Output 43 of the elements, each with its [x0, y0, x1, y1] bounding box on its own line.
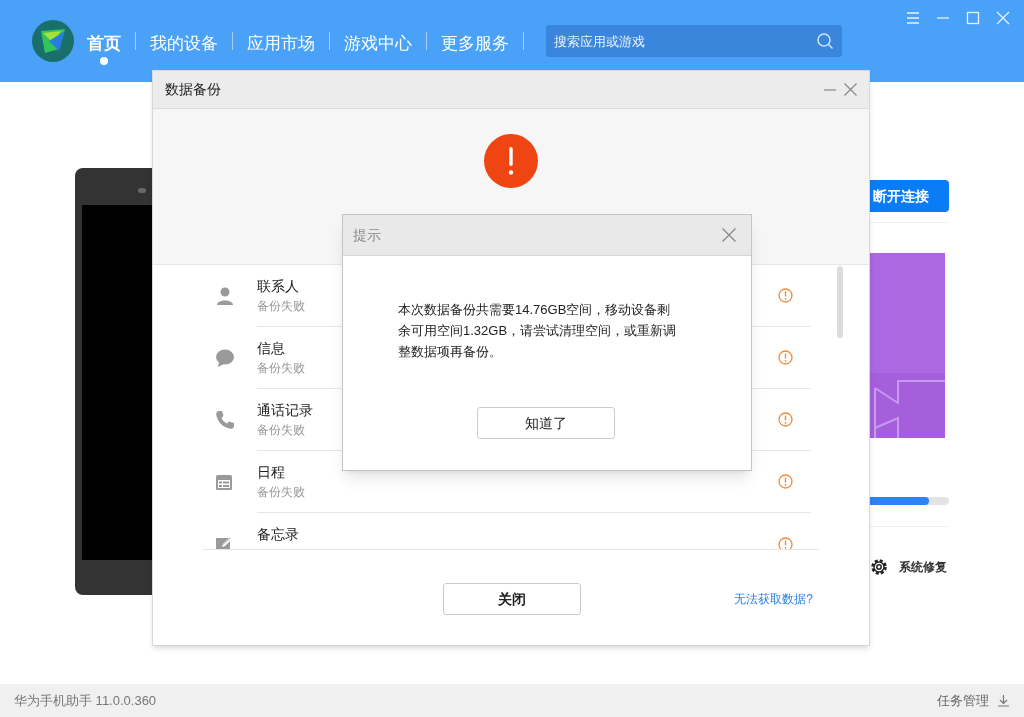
phone-icon [215, 410, 235, 430]
item-title: 联系人 [257, 276, 300, 296]
version-label: 华为手机助手 11.0.0.360 [14, 691, 157, 710]
person-icon [215, 286, 235, 306]
menu-icon[interactable] [906, 11, 920, 25]
ok-button[interactable]: 知道了 [477, 407, 615, 439]
item-title: 信息 [257, 338, 286, 358]
error-icon [484, 134, 538, 188]
warning-icon [778, 412, 793, 427]
gear-icon[interactable] [869, 557, 889, 577]
close-icon[interactable] [844, 83, 857, 96]
close-button[interactable]: 关闭 [443, 583, 581, 615]
edit-icon [215, 535, 233, 549]
item-title: 通话记录 [257, 400, 313, 420]
item-title: 备忘录 [257, 525, 299, 544]
close-icon[interactable] [722, 228, 736, 242]
warning-icon [778, 536, 793, 549]
search-field[interactable]: 搜索应用或游戏 [546, 25, 842, 57]
nav-tab[interactable]: 我的设备 [150, 17, 218, 65]
repair-label[interactable]: 系统修复 [899, 558, 947, 576]
task-manager-link[interactable]: 任务管理 [937, 690, 989, 711]
item-title: 日程 [257, 462, 286, 482]
item-status: 备份失败 [257, 297, 305, 315]
nav-tab[interactable]: 应用市场 [247, 17, 315, 65]
dialog-title: 数据备份 [165, 80, 221, 99]
warning-icon [778, 474, 793, 489]
help-link[interactable]: 无法获取数据? [734, 590, 813, 608]
chat-bubble-icon [215, 348, 235, 368]
nav-tab[interactable]: 更多服务 [441, 17, 509, 65]
prompt-message: 本次数据备份共需要14.76GB空间，移动设备剩余可用空间1.32GB，请尝试清理空间，或重新调整数据项再备份。 [398, 301, 678, 361]
download-icon[interactable] [997, 694, 1010, 707]
item-status: 备份失败 [257, 359, 305, 377]
item-status: 备份失败 [257, 483, 305, 501]
nav-tab[interactable]: 游戏中心 [344, 17, 412, 65]
search-icon[interactable] [816, 32, 834, 50]
logo-icon [31, 19, 75, 63]
nav-tab[interactable]: 首页 [87, 17, 121, 65]
prompt-title: 提示 [353, 225, 381, 245]
maximize-icon[interactable] [966, 11, 980, 25]
calendar-icon [215, 473, 233, 491]
warning-icon [778, 350, 793, 365]
warning-icon [778, 288, 793, 303]
item-status: 备份失败 [257, 421, 306, 439]
